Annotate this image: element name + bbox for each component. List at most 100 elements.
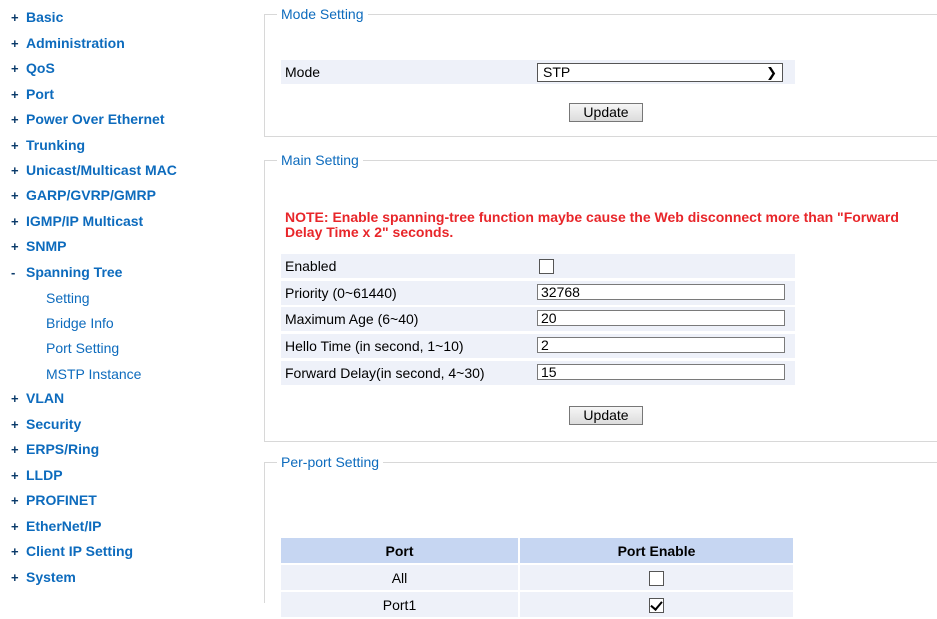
sidebar-item-label: System [26,569,76,585]
table-row: All [281,564,793,592]
enabled-label: Enabled [285,258,337,274]
expand-icon: + [11,36,19,51]
sidebar-item-trunking[interactable]: + Trunking [11,134,85,156]
chevron-down-icon: ❯ [766,65,777,80]
enabled-row: Enabled [281,254,795,278]
sidebar-item-basic[interactable]: + Basic [11,6,63,28]
forward-delay-label: Forward Delay(in second, 4~30) [285,365,485,381]
expand-icon: + [11,519,19,534]
forward-delay-input[interactable] [537,364,785,380]
max-age-label: Maximum Age (6~40) [285,311,419,327]
priority-label: Priority (0~61440) [285,285,397,301]
sidebar-item-label: EtherNet/IP [26,518,102,534]
sidebar-item-administration[interactable]: + Administration [11,32,125,54]
expand-icon: + [11,570,19,585]
sidebar-item-label: Trunking [26,137,86,153]
sidebar-item-label: Administration [26,35,125,51]
main-setting-legend: Main Setting [277,152,363,168]
sidebar-item-client-ip-setting[interactable]: + Client IP Setting [11,540,133,562]
sidebar-item-label: IGMP/IP Multicast [26,213,144,229]
per-port-setting-panel: Per-port Setting Port Port Enable All Po… [264,454,937,619]
expand-icon: + [11,10,19,25]
priority-input[interactable] [537,284,785,300]
expand-icon: + [11,391,19,406]
mode-select[interactable]: STP ❯ [537,63,783,82]
mode-label: Mode [285,64,321,80]
port-enable-cell [519,564,793,592]
sidebar-nav: + Basic + Administration + QoS + Port + Power… [0,0,258,592]
priority-row: Priority (0~61440) [281,281,795,305]
sidebar-item-label: Unicast/Multicast MAC [26,162,177,178]
expand-icon: + [11,87,19,102]
expand-icon: + [11,493,19,508]
sidebar-item-lldp[interactable]: + LLDP [11,464,63,486]
sidebar-item-label: PROFINET [26,492,97,508]
expand-icon: + [11,442,19,457]
sidebar-item-spanning-tree[interactable]: - Spanning Tree [11,261,122,283]
mode-select-value: STP [543,64,571,80]
main-update-button[interactable]: Update [569,406,643,425]
sidebar-item-label: Basic [26,9,64,25]
per-port-setting-legend: Per-port Setting [277,454,384,470]
hello-time-label: Hello Time (in second, 1~10) [285,338,464,354]
sidebar-item-label: QoS [26,60,55,76]
port-enable-cell [519,591,793,619]
mode-setting-panel: Mode Setting Mode STP ❯ Update [264,6,937,137]
sidebar-item-label: Security [26,416,82,432]
sidebar-item-label: Port [26,86,54,102]
sidebar-item-erps-ring[interactable]: + ERPS/Ring [11,438,99,460]
main-setting-panel: Main Setting NOTE: Enable spanning-tree … [264,152,937,442]
sidebar-item-label: SNMP [26,238,67,254]
expand-icon: + [11,214,19,229]
enabled-checkbox[interactable] [539,259,554,274]
sidebar-item-power-over-ethernet[interactable]: + Power Over Ethernet [11,108,165,130]
collapse-icon: - [11,265,16,280]
expand-icon: + [11,468,19,483]
warning-note: NOTE: Enable spanning-tree function mayb… [285,209,899,240]
mode-setting-legend: Mode Setting [277,6,368,22]
max-age-row: Maximum Age (6~40) [281,307,795,331]
expand-icon: + [11,112,19,127]
sidebar-subitem-setting[interactable]: Setting [46,288,90,308]
sidebar-item-label: LLDP [26,467,63,483]
mode-row: Mode STP ❯ [281,60,795,84]
forward-delay-row: Forward Delay(in second, 4~30) [281,361,795,385]
sidebar-item-security[interactable]: + Security [11,413,81,435]
table-header-row: Port Port Enable [281,538,793,565]
expand-icon: + [11,138,19,153]
sidebar-item-garp-gvrp-gmrp[interactable]: + GARP/GVRP/GMRP [11,184,156,206]
port-enable-checkbox-port1[interactable] [649,597,664,613]
sidebar-item-system[interactable]: + System [11,566,76,588]
sidebar-item-label: Spanning Tree [26,264,123,280]
hello-time-input[interactable] [537,337,785,353]
table-row: Port1 [281,591,793,619]
sidebar-item-snmp[interactable]: + SNMP [11,235,66,257]
sidebar-subitem-mstp-instance[interactable]: MSTP Instance [46,364,141,384]
sidebar-item-unicast-multicast-mac[interactable]: + Unicast/Multicast MAC [11,159,177,181]
sidebar-item-label: VLAN [26,390,65,406]
sidebar-item-profinet[interactable]: + PROFINET [11,489,97,511]
expand-icon: + [11,61,19,76]
sidebar-item-port[interactable]: + Port [11,83,54,105]
sidebar-item-label: Power Over Ethernet [26,111,165,127]
port-enable-checkbox-all[interactable] [649,570,664,586]
expand-icon: + [11,188,19,203]
sidebar-item-igmp-ip-multicast[interactable]: + IGMP/IP Multicast [11,210,143,232]
port-name-cell: All [281,564,520,592]
sidebar-item-label: GARP/GVRP/GMRP [26,187,156,203]
expand-icon: + [11,544,19,559]
max-age-input[interactable] [537,310,785,326]
sidebar-item-label: ERPS/Ring [26,441,100,457]
sidebar-subitem-bridge-info[interactable]: Bridge Info [46,313,114,333]
port-name-cell: Port1 [281,591,520,619]
sidebar-item-vlan[interactable]: + VLAN [11,387,64,409]
sidebar-item-ethernet-ip[interactable]: + EtherNet/IP [11,515,101,537]
sidebar-item-qos[interactable]: + QoS [11,57,55,79]
per-port-table: Port Port Enable All Port1 [281,538,793,619]
sidebar-item-label: Client IP Setting [26,543,134,559]
expand-icon: + [11,417,19,432]
column-header-port-enable: Port Enable [519,538,793,565]
hello-time-row: Hello Time (in second, 1~10) [281,334,795,358]
sidebar-subitem-port-setting[interactable]: Port Setting [46,338,119,358]
mode-update-button[interactable]: Update [569,103,643,122]
